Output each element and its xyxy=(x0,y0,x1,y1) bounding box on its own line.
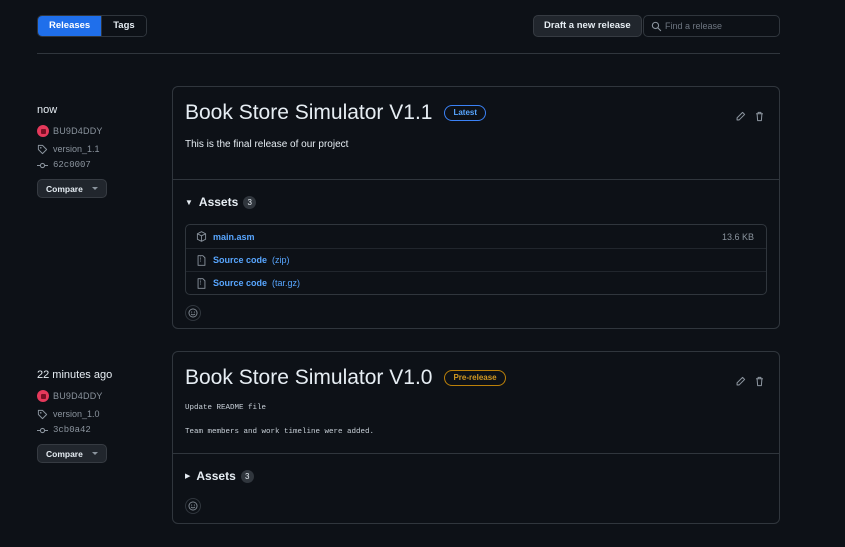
chevron-down-icon xyxy=(91,452,98,455)
assets-label: Assets xyxy=(196,469,236,483)
release-notes: This is the final release of our project xyxy=(185,139,349,150)
edit-pencil-icon[interactable] xyxy=(735,376,746,387)
tab-tags[interactable]: Tags xyxy=(101,16,146,36)
draft-new-release-button[interactable]: Draft a new release xyxy=(533,15,642,37)
assets-count: 3 xyxy=(243,195,257,209)
asset-size: 13.6 KB xyxy=(721,231,754,242)
asset-format[interactable]: (tar.gz) xyxy=(272,278,300,288)
file-zip-icon xyxy=(197,254,206,266)
author-link[interactable]: BU9D4DDY xyxy=(53,391,103,401)
commit-row: 62c0007 xyxy=(37,159,157,171)
asset-name[interactable]: main.asm xyxy=(213,232,255,242)
release-time: now xyxy=(37,104,58,116)
commit-link[interactable]: 3cb0a42 xyxy=(53,425,91,435)
trash-icon[interactable] xyxy=(754,376,765,387)
release-header: Book Store Simulator V1.0 Pre-release Up… xyxy=(173,352,779,453)
assets-list: main.asm 13.6 KB Source code (zip) Sourc… xyxy=(185,224,767,295)
chevron-down-icon xyxy=(91,187,98,190)
compare-label: Compare xyxy=(46,448,83,459)
release-notes-line: Team members and work timeline were adde… xyxy=(185,428,375,436)
divider xyxy=(37,53,780,54)
avatar[interactable] xyxy=(37,125,49,137)
latest-badge: Latest xyxy=(444,105,487,121)
release-actions xyxy=(735,376,765,387)
tab-releases[interactable]: Releases xyxy=(38,16,102,36)
asset-name[interactable]: Source code xyxy=(213,278,267,288)
asset-format[interactable]: (zip) xyxy=(272,255,290,265)
trash-icon[interactable] xyxy=(754,111,765,122)
edit-pencil-icon[interactable] xyxy=(735,111,746,122)
release-actions xyxy=(735,111,765,122)
compare-button[interactable]: Compare xyxy=(37,179,107,198)
release-title[interactable]: Book Store Simulator V1.1 xyxy=(185,101,432,125)
tag-icon xyxy=(37,144,48,154)
commit-icon xyxy=(37,162,48,168)
caret-right-icon: ▶ xyxy=(185,473,191,480)
smiley-icon xyxy=(188,308,198,318)
releases-tags-switch: Releases Tags xyxy=(37,15,147,37)
commit-icon xyxy=(37,427,48,433)
asset-row[interactable]: Source code (zip) xyxy=(186,248,766,271)
release-header: Book Store Simulator V1.1 Latest This is… xyxy=(173,87,779,179)
asset-row[interactable]: Source code (tar.gz) xyxy=(186,271,766,294)
search-input[interactable] xyxy=(665,18,775,34)
tag-link[interactable]: version_1.0 xyxy=(53,409,100,419)
compare-label: Compare xyxy=(46,183,83,194)
compare-button[interactable]: Compare xyxy=(37,444,107,463)
author-link[interactable]: BU9D4DDY xyxy=(53,126,103,136)
assets-toggle[interactable]: ▼ Assets 3 xyxy=(173,180,779,224)
author-row: BU9D4DDY xyxy=(37,125,157,137)
search-box xyxy=(643,15,780,37)
release-notes-line: Update README file xyxy=(185,404,267,412)
file-zip-icon xyxy=(197,277,206,289)
release-meta: 22 minutes ago BU9D4DDY version_1.0 3cb0… xyxy=(37,369,157,463)
prerelease-badge: Pre-release xyxy=(444,370,506,386)
author-row: BU9D4DDY xyxy=(37,390,157,402)
smiley-icon xyxy=(188,501,198,511)
release-time: 22 minutes ago xyxy=(37,369,113,381)
assets-label: Assets xyxy=(198,195,239,209)
tag-icon xyxy=(37,409,48,419)
tag-row: version_1.0 xyxy=(37,408,157,420)
assets-count: 3 xyxy=(240,469,254,483)
add-reaction-button[interactable] xyxy=(185,305,201,321)
avatar[interactable] xyxy=(37,390,49,402)
tag-link[interactable]: version_1.1 xyxy=(53,144,100,154)
release-meta: now BU9D4DDY version_1.1 62c0007 Compare xyxy=(37,104,157,198)
release-title[interactable]: Book Store Simulator V1.0 xyxy=(185,366,432,390)
commit-link[interactable]: 62c0007 xyxy=(53,160,91,170)
assets-toggle[interactable]: ▶ Assets 3 xyxy=(173,454,779,498)
package-icon xyxy=(196,231,207,242)
release-card: Book Store Simulator V1.0 Pre-release Up… xyxy=(172,351,780,524)
tag-row: version_1.1 xyxy=(37,143,157,155)
asset-name[interactable]: Source code xyxy=(213,255,267,265)
search-icon xyxy=(651,21,662,32)
commit-row: 3cb0a42 xyxy=(37,424,157,436)
add-reaction-button[interactable] xyxy=(185,498,201,514)
caret-down-icon: ▼ xyxy=(185,197,193,207)
release-card: Book Store Simulator V1.1 Latest This is… xyxy=(172,86,780,329)
releases-toolbar: Releases Tags Draft a new release xyxy=(37,15,780,37)
asset-row[interactable]: main.asm 13.6 KB xyxy=(186,225,766,248)
